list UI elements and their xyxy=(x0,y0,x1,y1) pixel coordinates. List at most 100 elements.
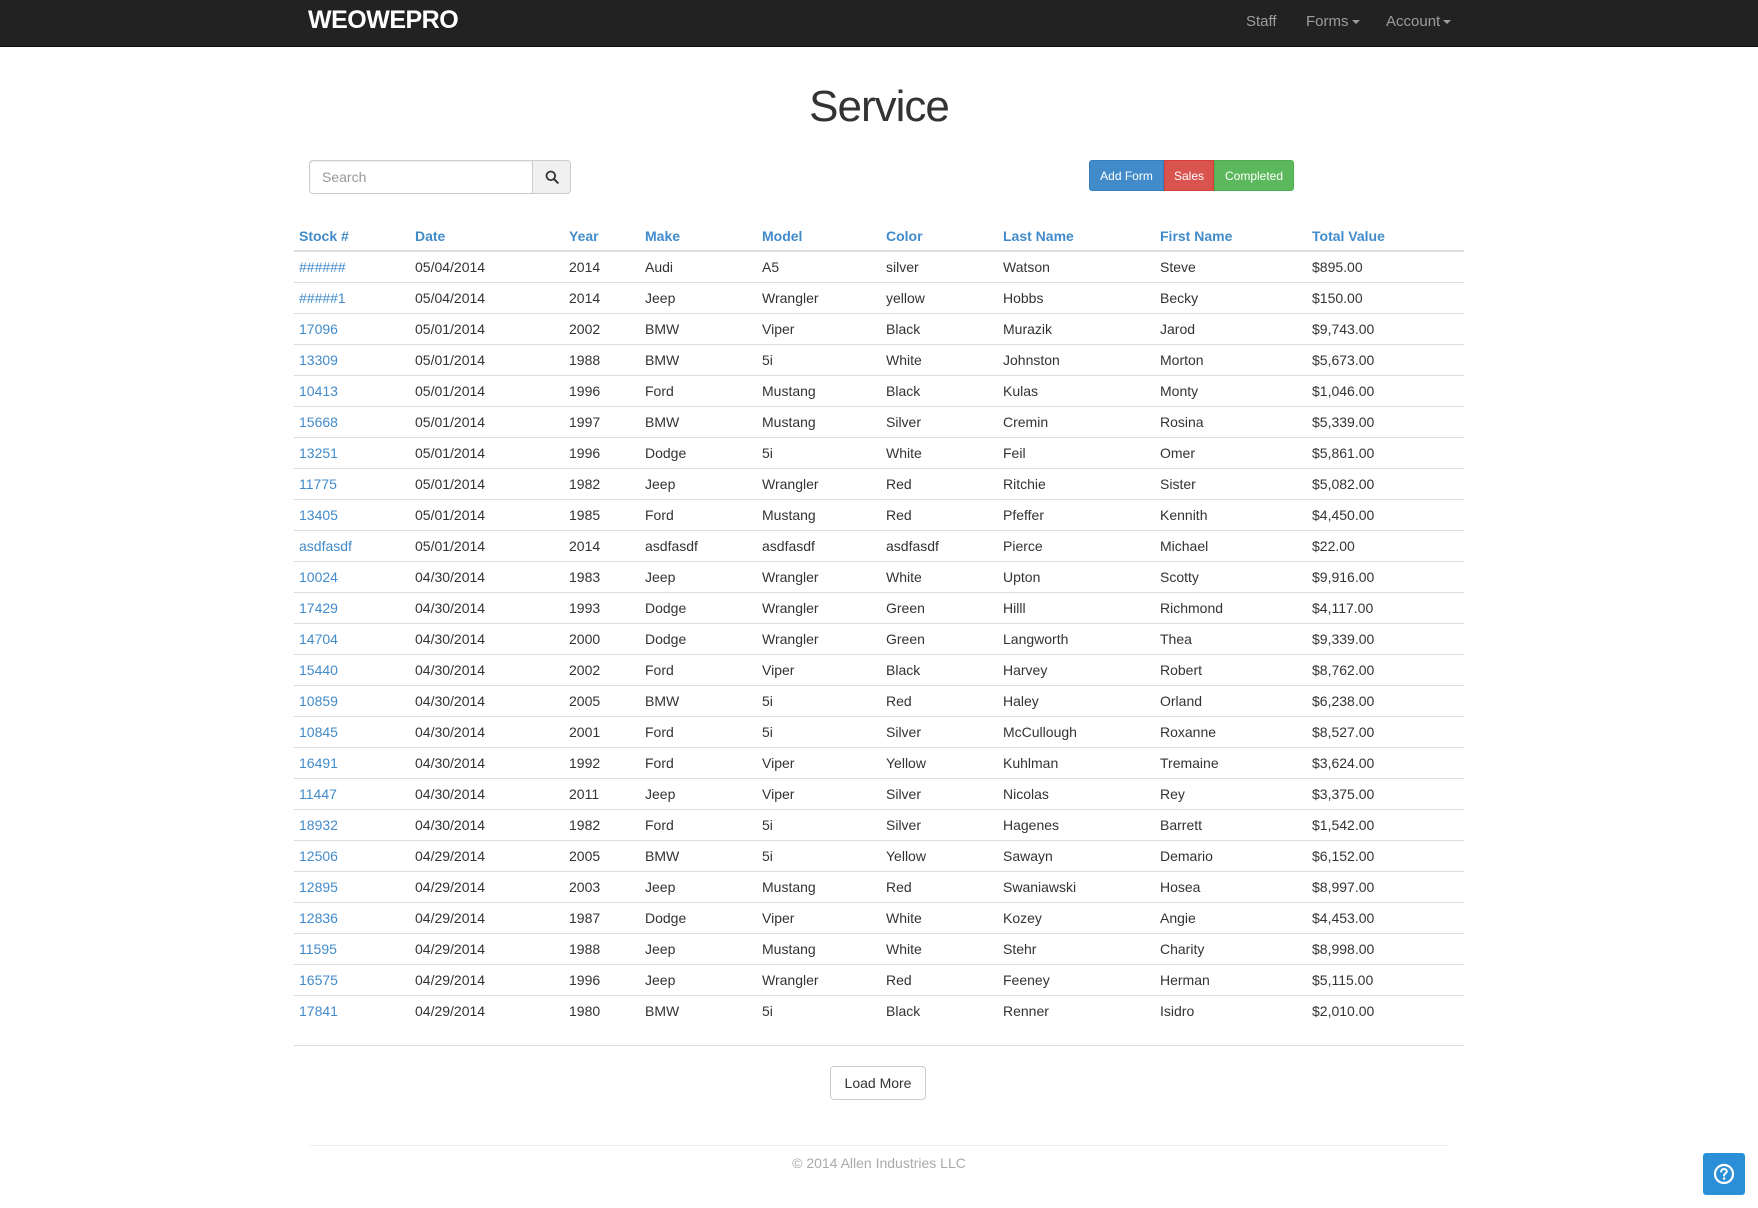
table-row[interactable]: 12895 04/29/2014 2003 Jeep Mustang Red Swaniaw… xyxy=(294,870,1464,902)
stock-link[interactable]: 10413 xyxy=(299,383,338,399)
cell-first-name: Kennith xyxy=(1155,498,1307,530)
cell-make: Jeep xyxy=(640,963,757,995)
column-header-make[interactable]: Make xyxy=(640,221,757,252)
stock-link[interactable]: 16491 xyxy=(299,755,338,771)
cell-date: 05/01/2014 xyxy=(410,498,564,530)
search-input[interactable] xyxy=(309,160,532,194)
table-row[interactable]: 12836 04/29/2014 1987 Dodge Viper White Kozey A… xyxy=(294,901,1464,933)
stock-link[interactable]: #####1 xyxy=(299,290,346,306)
cell-date: 05/01/2014 xyxy=(410,374,564,406)
column-header-year[interactable]: Year xyxy=(564,221,640,252)
table-row[interactable]: 10845 04/30/2014 2001 Ford 5i Silver McCulloug… xyxy=(294,715,1464,747)
search-icon xyxy=(545,170,559,184)
table-row[interactable]: 12506 04/29/2014 2005 BMW 5i Yellow Sawayn Dema… xyxy=(294,839,1464,871)
stock-link[interactable]: 15668 xyxy=(299,414,338,430)
table-row[interactable]: 18932 04/30/2014 1982 Ford 5i Silver Hagenes Ba… xyxy=(294,808,1464,840)
cell-make: Ford xyxy=(640,715,757,747)
table-row[interactable]: 16575 04/29/2014 1996 Jeep Wrangler Red Feeney… xyxy=(294,963,1464,995)
cell-last-name: Johnston xyxy=(998,343,1155,375)
cell-total-value: $3,624.00 xyxy=(1307,746,1464,778)
column-header-stock[interactable]: Stock # xyxy=(294,221,410,252)
cell-model: Wrangler xyxy=(757,591,881,623)
nav-item-account[interactable]: Account xyxy=(1386,13,1452,30)
cell-color: asdfasdf xyxy=(881,529,998,561)
stock-link[interactable]: 12506 xyxy=(299,848,338,864)
stock-link[interactable]: ###### xyxy=(299,259,346,275)
table-row[interactable]: 13309 05/01/2014 1988 BMW 5i White Johnston Mor… xyxy=(294,343,1464,375)
completed-button[interactable]: Completed xyxy=(1214,160,1294,191)
cell-year: 2011 xyxy=(564,777,640,809)
column-header-total-value[interactable]: Total Value xyxy=(1307,221,1464,252)
table-row[interactable]: 13251 05/01/2014 1996 Dodge 5i White Feil Omer $… xyxy=(294,436,1464,468)
cell-total-value: $8,997.00 xyxy=(1307,870,1464,902)
stock-link[interactable]: 14704 xyxy=(299,631,338,647)
cell-make: Ford xyxy=(640,653,757,685)
table-row[interactable]: 17841 04/29/2014 1980 BMW 5i Black Renner Isidr… xyxy=(294,994,1464,1026)
cell-color: silver xyxy=(881,250,998,282)
cell-model: 5i xyxy=(757,343,881,375)
column-header-color[interactable]: Color xyxy=(881,221,998,252)
stock-link[interactable]: 15440 xyxy=(299,662,338,678)
search-button[interactable] xyxy=(532,160,571,194)
table-row[interactable]: 11595 04/29/2014 1988 Jeep Mustang White Stehr… xyxy=(294,932,1464,964)
cell-date: 04/29/2014 xyxy=(410,963,564,995)
table-row[interactable]: 17096 05/01/2014 2002 BMW Viper Black Murazik J… xyxy=(294,312,1464,344)
column-header-model[interactable]: Model xyxy=(757,221,881,252)
stock-link[interactable]: asdfasdf xyxy=(299,538,352,554)
cell-year: 1996 xyxy=(564,374,640,406)
stock-link[interactable]: 13309 xyxy=(299,352,338,368)
stock-link[interactable]: 13405 xyxy=(299,507,338,523)
stock-link[interactable]: 13251 xyxy=(299,445,338,461)
table-row[interactable]: ###### 05/04/2014 2014 Audi A5 silver Watson St… xyxy=(294,250,1464,282)
table-row[interactable]: 17429 04/30/2014 1993 Dodge Wrangler Green Hil… xyxy=(294,591,1464,623)
sales-button[interactable]: Sales xyxy=(1164,160,1214,191)
cell-make: BMW xyxy=(640,839,757,871)
add-form-button[interactable]: Add Form xyxy=(1089,160,1164,191)
table-row[interactable]: 11447 04/30/2014 2011 Jeep Viper Silver Nicola… xyxy=(294,777,1464,809)
cell-model: Viper xyxy=(757,312,881,344)
cell-stock: 13251 xyxy=(294,436,410,468)
stock-link[interactable]: 10024 xyxy=(299,569,338,585)
table-row[interactable]: 10859 04/30/2014 2005 BMW 5i Red Haley Orland $6… xyxy=(294,684,1464,716)
cell-make: Jeep xyxy=(640,932,757,964)
table-row[interactable]: 10413 05/01/2014 1996 Ford Mustang Black Kulas… xyxy=(294,374,1464,406)
nav-item-forms[interactable]: Forms xyxy=(1306,13,1360,30)
cell-total-value: $1,046.00 xyxy=(1307,374,1464,406)
column-header-last-name[interactable]: Last Name xyxy=(998,221,1155,252)
load-more-button[interactable]: Load More xyxy=(830,1066,926,1100)
cell-make: Ford xyxy=(640,808,757,840)
table-row[interactable]: 14704 04/30/2014 2000 Dodge Wrangler Green Lan… xyxy=(294,622,1464,654)
stock-link[interactable]: 17841 xyxy=(299,1003,338,1019)
nav-item-staff[interactable]: Staff xyxy=(1246,13,1277,30)
help-button[interactable] xyxy=(1703,1153,1745,1195)
column-header-first-name[interactable]: First Name xyxy=(1155,221,1307,252)
stock-link[interactable]: 11447 xyxy=(299,786,337,802)
stock-link[interactable]: 11775 xyxy=(299,476,337,492)
stock-link[interactable]: 18932 xyxy=(299,817,338,833)
stock-link[interactable]: 11595 xyxy=(299,941,337,957)
table-row[interactable]: 15440 04/30/2014 2002 Ford Viper Black Harvey R… xyxy=(294,653,1464,685)
stock-link[interactable]: 10845 xyxy=(299,724,338,740)
table-row[interactable]: asdfasdf 05/01/2014 2014 asdfasdf asdfasdf as… xyxy=(294,529,1464,561)
column-header-date[interactable]: Date xyxy=(410,221,564,252)
cell-first-name: Robert xyxy=(1155,653,1307,685)
stock-link[interactable]: 12895 xyxy=(299,879,338,895)
table-row[interactable]: 11775 05/01/2014 1982 Jeep Wrangler Red Ritchi… xyxy=(294,467,1464,499)
cell-last-name: Feeney xyxy=(998,963,1155,995)
stock-link[interactable]: 10859 xyxy=(299,693,338,709)
stock-link[interactable]: 16575 xyxy=(299,972,338,988)
stock-link[interactable]: 17429 xyxy=(299,600,338,616)
cell-first-name: Angie xyxy=(1155,901,1307,933)
cell-stock: 13309 xyxy=(294,343,410,375)
table-row[interactable]: 10024 04/30/2014 1983 Jeep Wrangler White Upto… xyxy=(294,560,1464,592)
table-row[interactable]: #####1 05/04/2014 2014 Jeep Wrangler yellow Ho… xyxy=(294,281,1464,313)
cell-model: Mustang xyxy=(757,498,881,530)
table-row[interactable]: 13405 05/01/2014 1985 Ford Mustang Red Pfeffer… xyxy=(294,498,1464,530)
cell-make: BMW xyxy=(640,405,757,437)
brand-logo[interactable]: WEOWEPRO xyxy=(308,6,459,35)
cell-last-name: Renner xyxy=(998,994,1155,1026)
stock-link[interactable]: 17096 xyxy=(299,321,338,337)
table-row[interactable]: 16491 04/30/2014 1992 Ford Viper Yellow Kuhlma… xyxy=(294,746,1464,778)
table-row[interactable]: 15668 05/01/2014 1997 BMW Mustang Silver Cremi… xyxy=(294,405,1464,437)
stock-link[interactable]: 12836 xyxy=(299,910,338,926)
